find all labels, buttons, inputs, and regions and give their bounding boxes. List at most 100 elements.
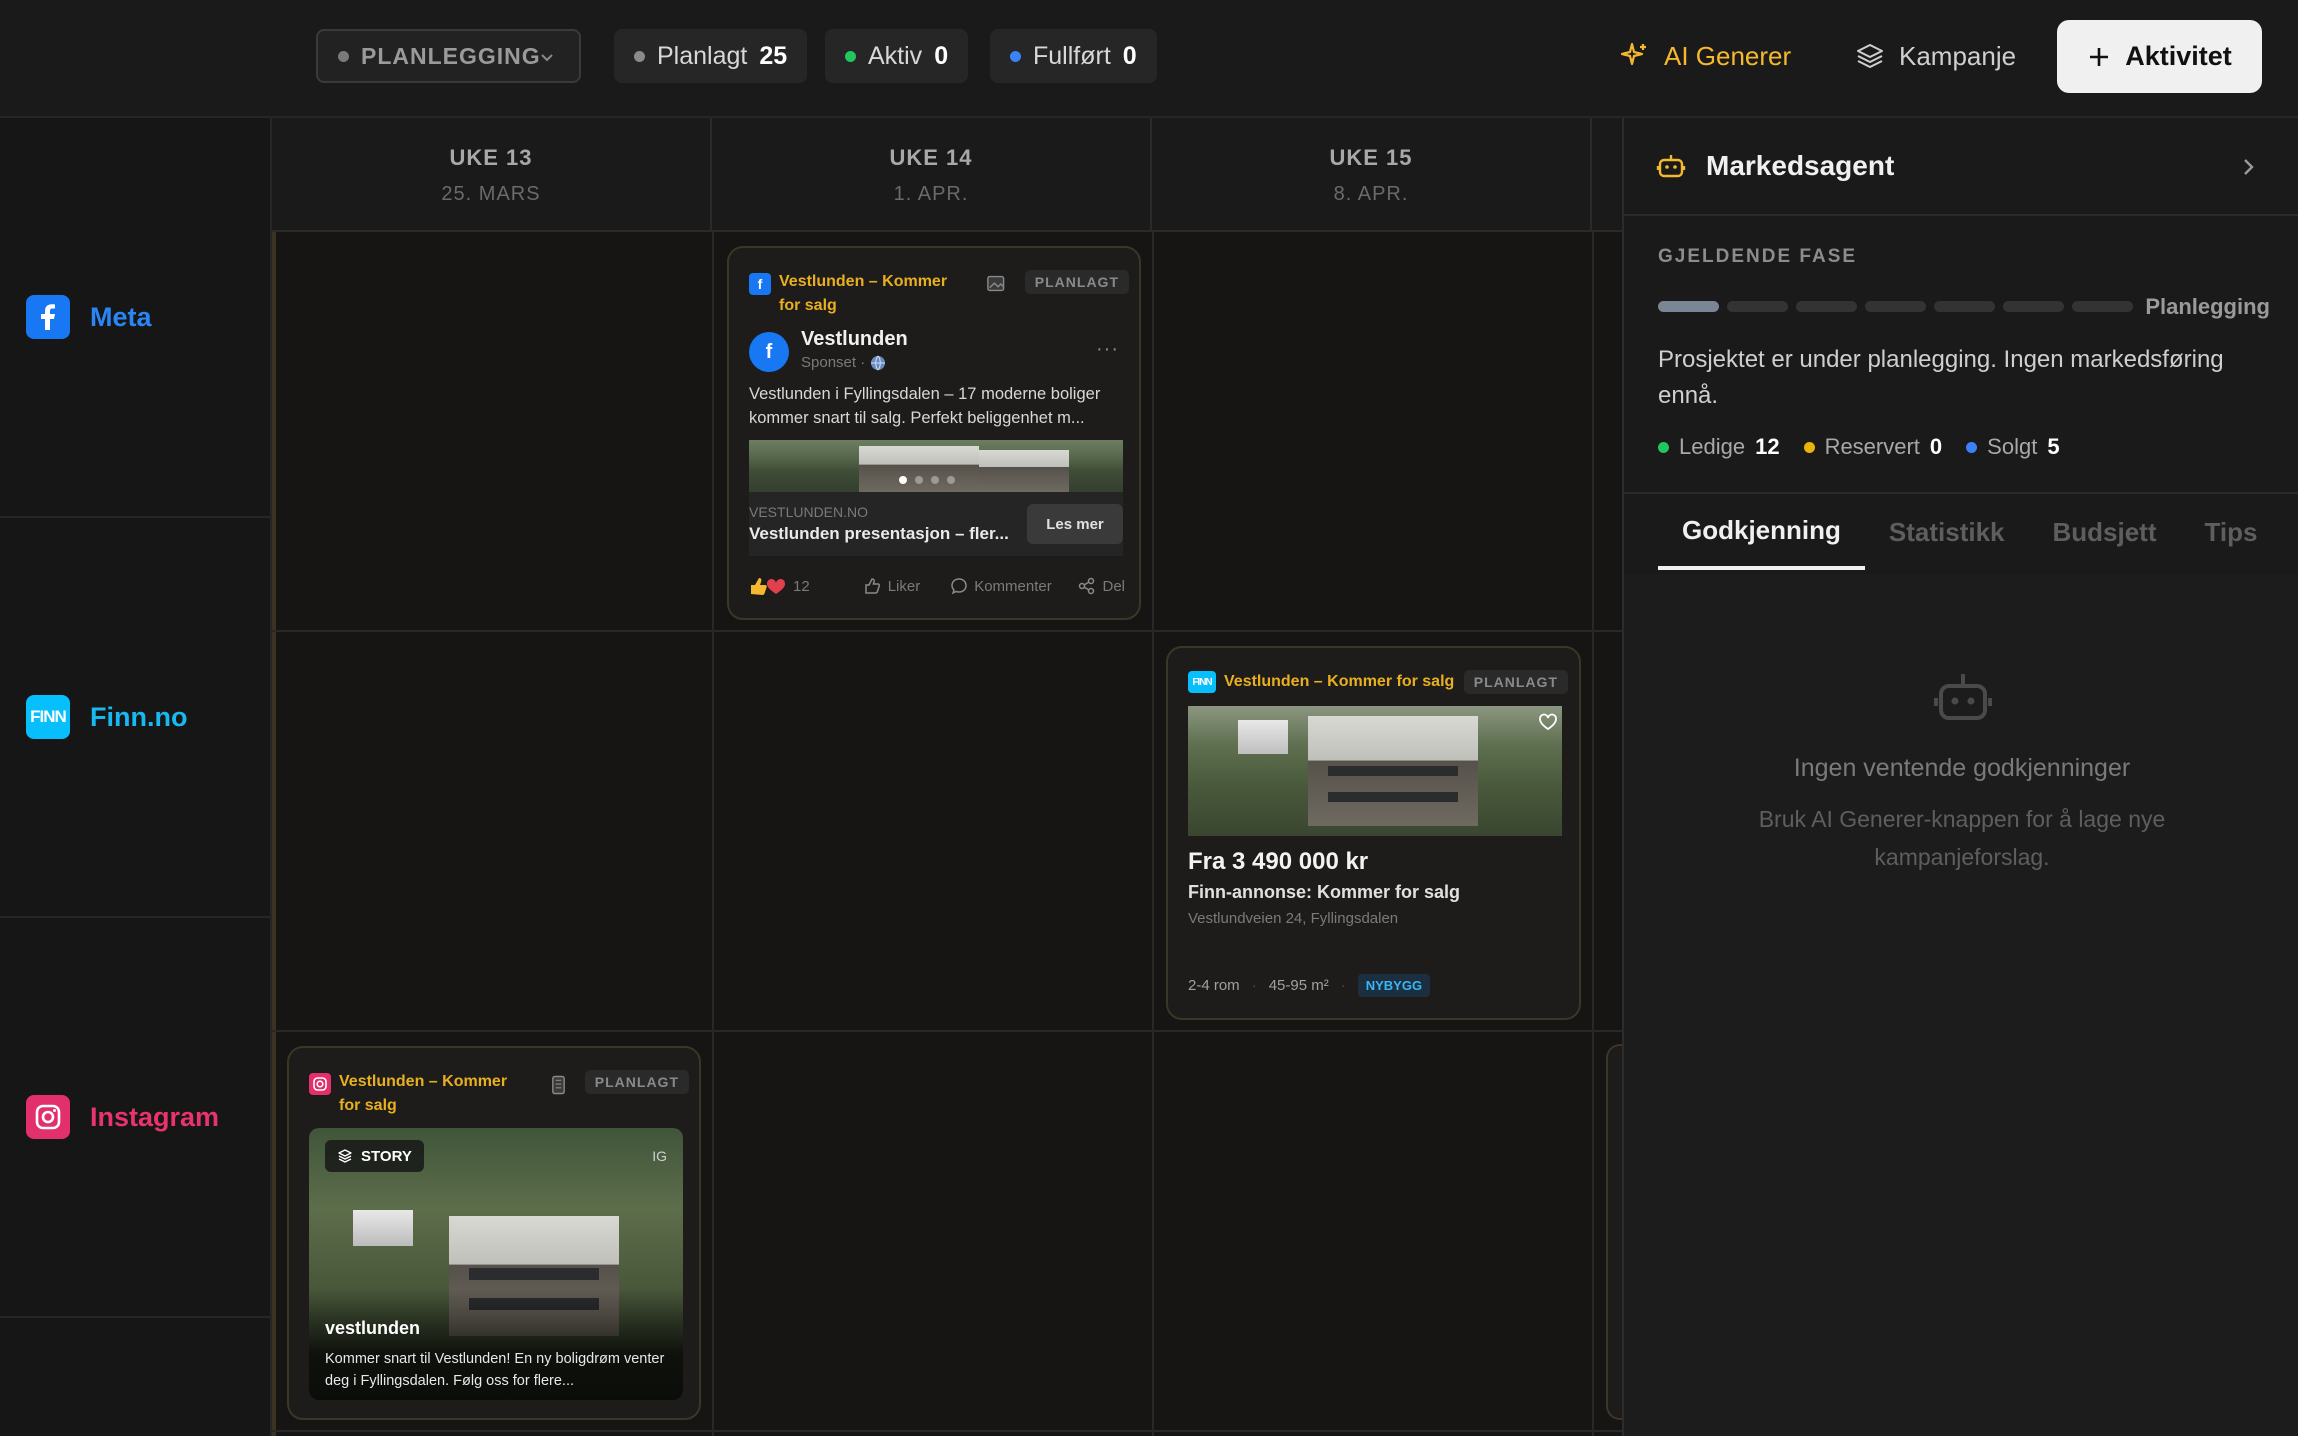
globe-icon: [871, 355, 886, 370]
active-dot: [845, 50, 856, 62]
week-date: 1. APR.: [893, 183, 969, 205]
week-header-overflow: [1592, 118, 1622, 232]
finn-ad-card[interactable]: FINN Vestlunden – Kommer for salg PLANLA…: [1166, 646, 1581, 1020]
channel-instagram[interactable]: Instagram: [0, 918, 272, 1318]
comment-action[interactable]: Kommenter: [950, 577, 1052, 595]
grid-divider: [272, 1030, 1622, 1032]
card-title: Vestlunden – Kommer for salg: [339, 1073, 508, 1114]
phase-name: Planlegging: [2145, 294, 2270, 319]
panel-title: Markedsagent: [1706, 150, 1895, 181]
tab-budget[interactable]: Budsjett: [2029, 494, 2181, 570]
channel-meta[interactable]: Meta: [0, 118, 272, 518]
more-options-icon[interactable]: ···: [1096, 338, 1119, 361]
link-domain: VESTLUNDEN.NO: [749, 504, 869, 520]
agent-panel: Markedsagent GJELDENDE FASE Planlegging …: [1622, 118, 2298, 1436]
ad-title: Finn-annonse: Kommer for salg: [1188, 882, 1461, 902]
reactions: 12: [749, 576, 810, 596]
layers-icon: [1857, 44, 1883, 68]
stat-active[interactable]: Aktiv 0: [825, 29, 969, 83]
tab-tips[interactable]: Tips: [2181, 494, 2282, 570]
robot-icon: [1656, 155, 1686, 178]
campaign-label: Kampanje: [1899, 40, 2017, 71]
units-reserved: Reservert 0: [1803, 434, 1942, 460]
completed-dot: [1010, 50, 1021, 62]
tab-approval[interactable]: Godkjenning: [1658, 494, 1865, 570]
week-number: UKE 15: [1329, 145, 1413, 170]
channel-meta-label: Meta: [90, 301, 152, 332]
phase-progress: [1658, 301, 2133, 312]
grid-divider: [1152, 232, 1154, 1436]
comment-icon: [951, 578, 967, 595]
rooms: 2-4 rom: [1188, 977, 1240, 994]
tab-statistics[interactable]: Statistikk: [1865, 494, 2029, 570]
units-available-count: 12: [1755, 434, 1780, 459]
meta-post-card[interactable]: f Vestlunden – Kommer for salg PLANLAGT …: [727, 246, 1141, 620]
units-reserved-label: Reservert: [1824, 434, 1920, 459]
campaign-button[interactable]: Kampanje: [1855, 29, 2016, 83]
instagram-story-card[interactable]: Vestlunden – Kommer for salg PLANLAGT ST…: [287, 1046, 701, 1420]
building-shape: [859, 446, 979, 492]
story-image: STORY IG vestlunden Kommer snart til Ves…: [309, 1128, 683, 1400]
phase-dropdown[interactable]: PLANLEGGING: [316, 29, 581, 83]
size: 45-95 m²: [1268, 977, 1329, 994]
carousel-dots: [899, 476, 955, 484]
phase-step: [1934, 301, 1995, 312]
units-available-label: Ledige: [1679, 434, 1746, 459]
chevron-right-icon[interactable]: [2238, 156, 2258, 178]
layers-icon: [338, 1149, 352, 1163]
thumbs-up-icon: [864, 578, 880, 594]
phase-dropdown-label: PLANLEGGING: [361, 42, 541, 69]
reaction-count: 12: [793, 577, 810, 595]
card-title: Vestlunden – Kommer for salg: [779, 273, 948, 314]
stat-planned[interactable]: Planlagt 25: [614, 29, 808, 83]
sold-dot: [1966, 441, 1978, 453]
story-badge: STORY: [325, 1140, 424, 1172]
ad-facts: 2-4 rom · 45-95 m² · NYBYGG: [1188, 974, 1431, 997]
stat-completed[interactable]: Fullført 0: [990, 29, 1157, 83]
link-preview[interactable]: VESTLUNDEN.NO Vestlunden presentasjon – …: [749, 492, 1123, 556]
phase-description: Prosjektet er under planlegging. Ingen m…: [1658, 346, 2224, 409]
plus-icon: [2090, 47, 2109, 66]
week-number: UKE 13: [449, 145, 533, 170]
units-sold-count: 5: [2047, 434, 2060, 459]
week-header-13: UKE 13 25. MARS: [272, 118, 712, 232]
chevron-down-icon: [541, 54, 553, 62]
learn-more-button[interactable]: Les mer: [1027, 504, 1123, 544]
reaction-icon: [751, 578, 786, 595]
finn-icon-text: FINN: [30, 707, 67, 726]
facebook-icon: f: [749, 273, 771, 295]
stat-completed-count: 0: [1122, 41, 1137, 70]
ad-image: [1188, 706, 1562, 836]
story-label: STORY: [361, 1147, 412, 1165]
like-label: Liker: [887, 577, 921, 595]
ai-generate-label: AI Generer: [1664, 40, 1792, 71]
stat-planned-count: 25: [759, 41, 788, 70]
phase-step: [2072, 301, 2133, 312]
panel-header: Markedsagent: [1624, 118, 2298, 216]
grid-edge: [272, 232, 276, 1436]
card-header: f Vestlunden – Kommer for salg PLANLAGT: [749, 270, 1129, 318]
share-label: Del: [1102, 577, 1125, 595]
balcony-shape: [1328, 792, 1458, 802]
unit-stats: Ledige 12 Reservert 0 Solgt 5: [1658, 434, 2060, 460]
add-activity-button[interactable]: Aktivitet: [2057, 20, 2262, 93]
share-action[interactable]: Del: [1078, 577, 1125, 595]
channel-finn[interactable]: FINN Finn.no: [0, 518, 272, 918]
card-title: Vestlunden – Kommer for salg: [1224, 673, 1455, 690]
instagram-icon: [26, 1095, 70, 1139]
phase-heading: GJELDENDE FASE: [1658, 246, 1858, 267]
grid-divider: [1592, 232, 1594, 1436]
phase-step: [1658, 301, 1719, 312]
ai-generate-button[interactable]: AI Generer: [1620, 29, 1791, 83]
caption: Kommer snart til Vestlunden! En ny bolig…: [325, 1351, 665, 1389]
like-action[interactable]: Liker: [864, 577, 921, 595]
robot-icon: [1934, 674, 1992, 720]
card-header: FINN Vestlunden – Kommer for salg PLANLA…: [1188, 670, 1568, 694]
account-name: vestlunden: [325, 1318, 421, 1338]
week-date: 25. MARS: [441, 183, 541, 205]
page-name: Vestlunden: [801, 328, 908, 350]
week-number: UKE 14: [889, 145, 973, 170]
sponsored-label: Sponset ·: [801, 354, 866, 371]
favorite-heart-icon[interactable]: [1538, 712, 1558, 732]
price: Fra 3 490 000 kr: [1188, 848, 1369, 875]
